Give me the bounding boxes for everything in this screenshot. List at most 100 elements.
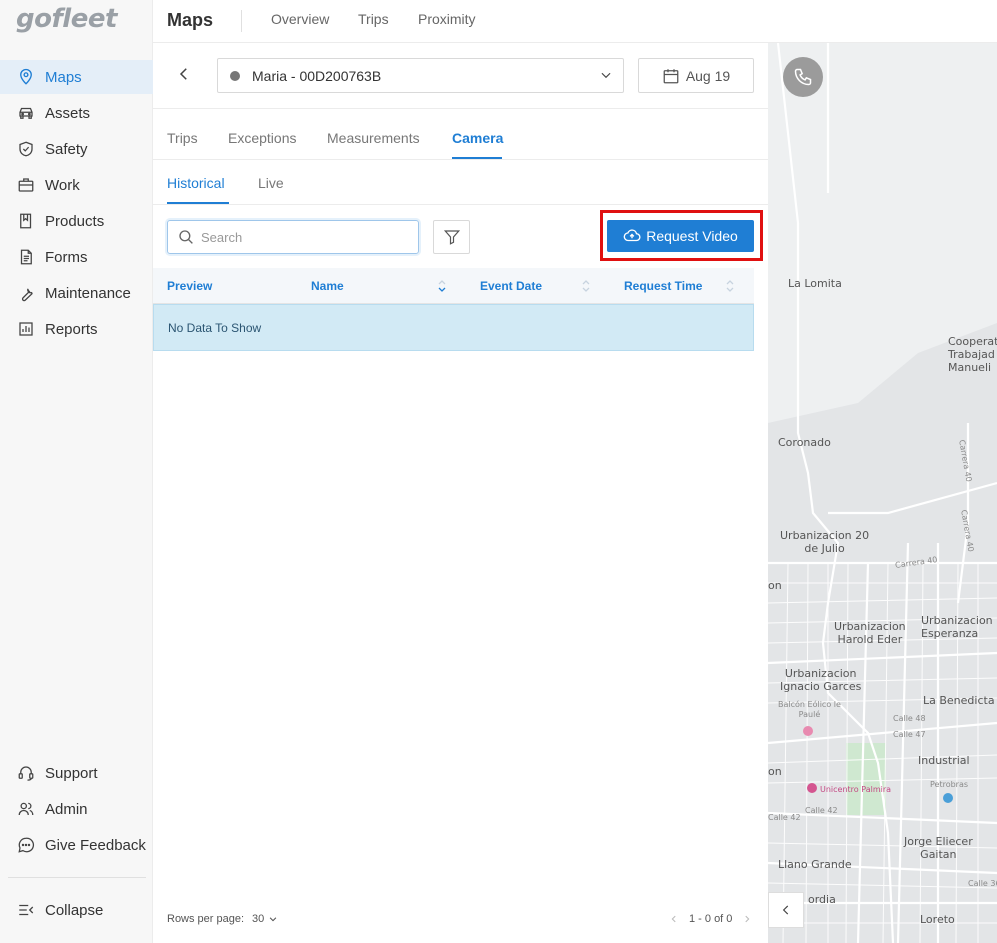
cloud-upload-icon	[623, 229, 641, 242]
map-label: on	[768, 765, 782, 778]
map-label: Urbanizacion Ignacio Garces	[780, 667, 862, 693]
request-video-button[interactable]: Request Video	[607, 220, 754, 252]
gofleet-logo[interactable]: gofleet	[16, 4, 117, 34]
map-label: La Benedicta	[923, 694, 995, 707]
column-request-time[interactable]: Request Time	[624, 279, 702, 293]
street-label: Calle 36	[968, 879, 997, 888]
chat-icon	[16, 835, 36, 855]
back-button[interactable]	[175, 65, 193, 83]
sidebar-item-forms[interactable]: Forms	[0, 240, 153, 274]
phone-icon	[794, 68, 812, 86]
headset-icon	[16, 763, 36, 783]
street-label: Calle 48	[893, 714, 926, 723]
tab-exceptions[interactable]: Exceptions	[228, 130, 296, 146]
street-label: Calle 42	[768, 813, 801, 822]
map-label: Urbanizacion Harold Eder	[834, 620, 906, 646]
street-label: Calle 47	[893, 730, 926, 739]
map-label: Coronado	[778, 436, 831, 449]
divider	[8, 877, 146, 878]
collapse-button[interactable]: Collapse	[0, 893, 153, 927]
search-box[interactable]	[167, 220, 419, 254]
calendar-icon	[663, 68, 679, 83]
sidebar-item-work[interactable]: Work	[0, 168, 153, 202]
wrench-icon	[16, 283, 36, 303]
top-header: Maps Overview Trips Proximity	[153, 0, 997, 43]
sidebar-item-label: Safety	[45, 140, 88, 158]
map-label: Llano Grande	[778, 858, 852, 871]
tab-live[interactable]: Live	[258, 175, 284, 191]
prev-page-icon[interactable]	[669, 914, 679, 924]
divider	[153, 159, 768, 160]
rows-per-page-label: Rows per page:	[167, 913, 245, 925]
bar-chart-icon	[16, 319, 36, 339]
tab-historical[interactable]: Historical	[167, 175, 225, 191]
pagination: 1 - 0 of 0	[669, 913, 752, 925]
map-label: Jorge Eliecer Gaitan	[904, 835, 973, 861]
sidebar-item-products[interactable]: Products	[0, 204, 153, 238]
sidebar-item-maps[interactable]: Maps	[0, 60, 153, 94]
map-label: Urbanizacion 20 de Julio	[780, 529, 870, 555]
sort-icon[interactable]	[580, 277, 592, 295]
chevron-left-icon	[782, 905, 789, 915]
sort-icon[interactable]	[724, 277, 736, 295]
tab-trips-detail[interactable]: Trips	[167, 130, 198, 146]
column-name[interactable]: Name	[311, 279, 344, 293]
map-label: Industrial	[918, 754, 970, 767]
vehicle-select-value: Maria - 00D200763B	[252, 67, 382, 84]
shield-icon	[16, 139, 36, 159]
call-button[interactable]	[783, 57, 823, 97]
sidebar-item-label: Admin	[45, 800, 88, 818]
poi-label: Balcón Eólico le Paulé	[778, 700, 841, 719]
map-label: Cooperat Trabajad Manueli	[948, 335, 997, 374]
sidebar-item-label: Maintenance	[45, 284, 131, 302]
sidebar-item-assets[interactable]: Assets	[0, 96, 153, 130]
collapse-icon	[16, 900, 36, 920]
chevron-left-icon	[179, 68, 187, 80]
next-page-icon[interactable]	[742, 914, 752, 924]
street-label: Calle 42	[805, 806, 838, 815]
request-video-highlight: Request Video	[600, 210, 763, 261]
sort-icon[interactable]	[436, 277, 448, 295]
divider	[153, 108, 768, 109]
filter-icon	[443, 230, 460, 245]
chevron-down-icon	[601, 72, 611, 79]
map-pin-icon	[16, 67, 36, 87]
tab-measurements[interactable]: Measurements	[327, 130, 420, 146]
sidebar-item-admin[interactable]: Admin	[0, 792, 153, 826]
map-label: Urbanizacion L Esperanza	[921, 614, 997, 640]
column-preview[interactable]: Preview	[167, 279, 212, 293]
tab-camera[interactable]: Camera	[452, 130, 503, 146]
vehicle-select[interactable]: Maria - 00D200763B	[217, 58, 624, 93]
date-picker-button[interactable]: Aug 19	[638, 58, 754, 93]
page-title: Maps	[167, 10, 214, 30]
search-icon	[179, 230, 193, 244]
rows-per-page-select[interactable]: 30	[252, 913, 264, 925]
request-video-label: Request Video	[646, 228, 738, 244]
sidebar-item-label: Forms	[45, 248, 88, 266]
sidebar-item-give-feedback[interactable]: Give Feedback	[0, 828, 153, 862]
tab-trips[interactable]: Trips	[358, 11, 389, 27]
sidebar-item-label: Products	[45, 212, 105, 230]
map-panel-toggle[interactable]	[768, 892, 804, 928]
map-label: Loreto	[920, 913, 955, 926]
chevron-down-icon[interactable]	[268, 914, 278, 924]
search-input[interactable]	[201, 229, 401, 245]
map-canvas	[768, 43, 997, 943]
sidebar-item-support[interactable]: Support	[0, 756, 153, 790]
sidebar-item-label: Maps	[45, 68, 82, 86]
tab-proximity[interactable]: Proximity	[418, 11, 476, 27]
poi-label: Unicentro Palmira	[820, 785, 892, 794]
sidebar-item-safety[interactable]: Safety	[0, 132, 153, 166]
sidebar-item-label: Reports	[45, 320, 98, 338]
map-view[interactable]: La Lomita Cooperat Trabajad Manueli Coro…	[768, 43, 997, 943]
divider	[241, 10, 242, 32]
filter-button[interactable]	[433, 220, 470, 254]
date-label: Aug 19	[685, 67, 731, 84]
empty-state: No Data To Show	[153, 304, 754, 351]
sidebar-item-reports[interactable]: Reports	[0, 312, 153, 346]
column-event-date[interactable]: Event Date	[480, 279, 542, 293]
sidebar-item-label: Support	[45, 764, 98, 782]
sidebar-item-label: Work	[45, 176, 80, 194]
tab-overview[interactable]: Overview	[271, 11, 329, 27]
sidebar-item-maintenance[interactable]: Maintenance	[0, 276, 153, 310]
